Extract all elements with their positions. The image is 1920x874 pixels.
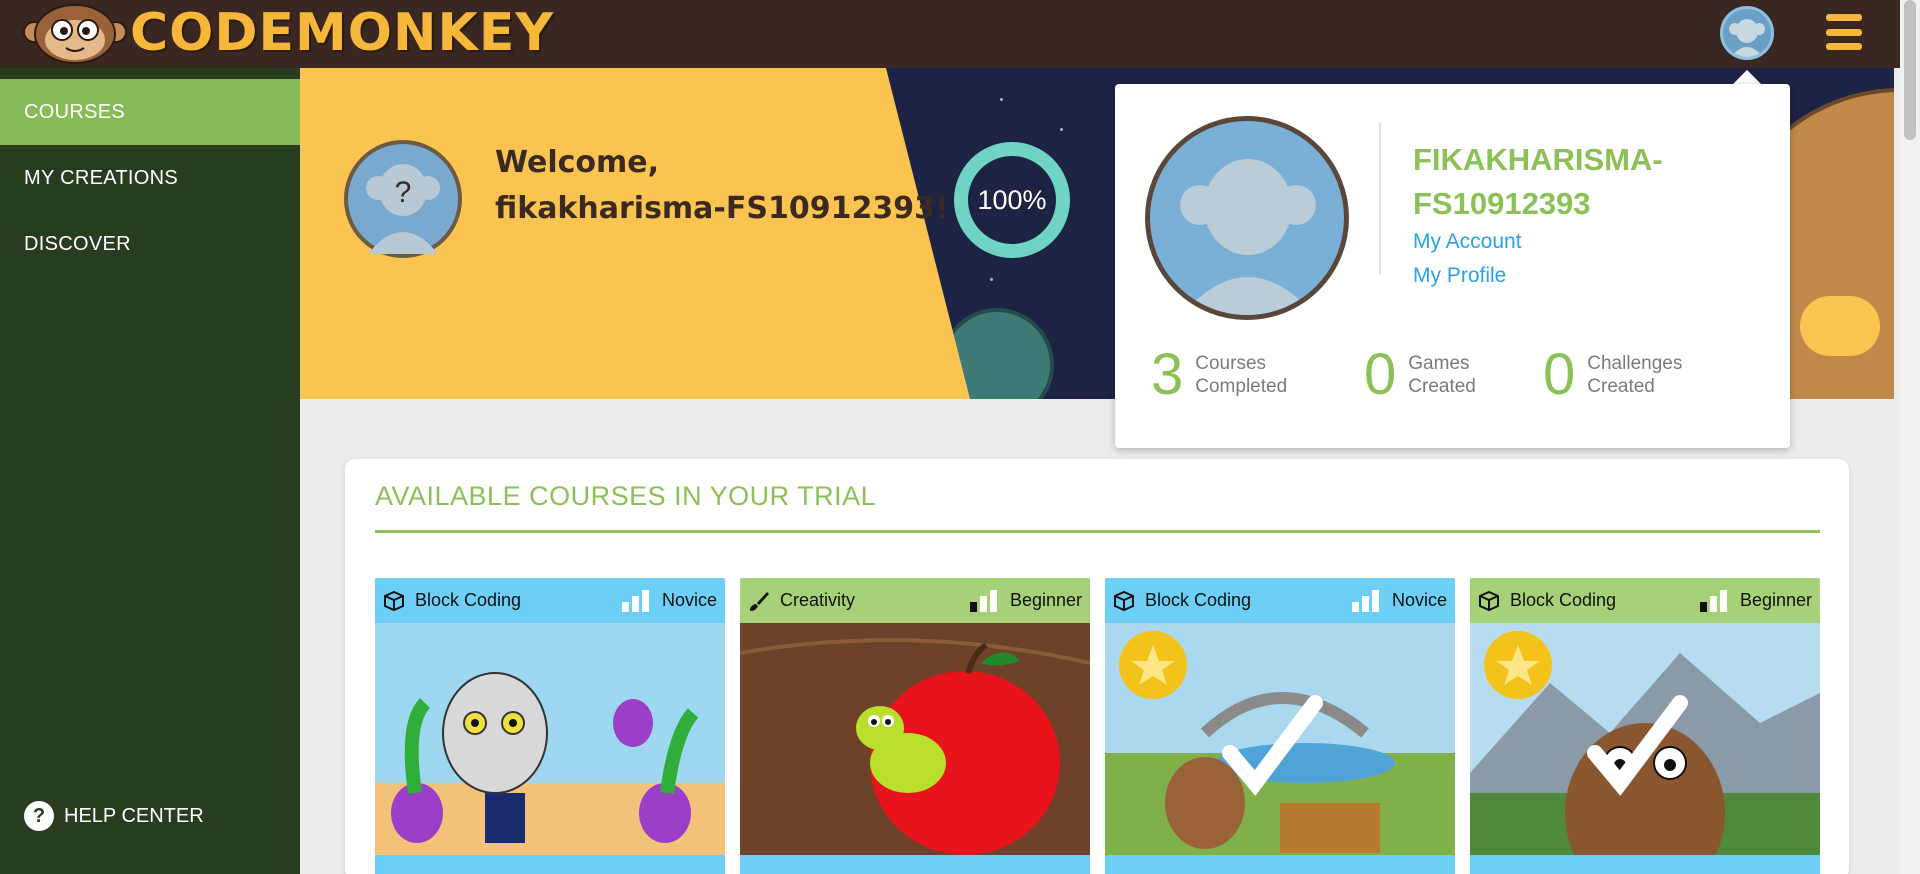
question-icon: ? <box>24 801 54 831</box>
course-thumbnail <box>740 623 1090 855</box>
cube-icon <box>1479 590 1499 611</box>
course-card-header: Creativity Beginner <box>740 578 1090 623</box>
course-card-header: Block Coding Novice <box>1105 578 1455 623</box>
course-card[interactable]: Block Coding Novice <box>375 578 725 874</box>
course-category: Creativity <box>780 590 856 610</box>
difficulty-bars-icon <box>1699 589 1730 612</box>
profile-username: FIKAKHARISMA-FS10912393 <box>1413 142 1663 221</box>
stat-label: Games Created <box>1408 353 1476 397</box>
course-thumbnail <box>1105 623 1455 855</box>
popup-arrow <box>1733 70 1761 84</box>
stat-courses-completed: 3 Courses Completed <box>1151 346 1287 404</box>
stat-value: 0 <box>1364 342 1397 407</box>
cube-icon <box>384 590 404 611</box>
course-level: Beginner <box>1009 590 1082 610</box>
sidebar-item-label: COURSES <box>24 101 126 123</box>
monkey-silhouette-icon <box>1180 159 1316 315</box>
sidebar-item-courses[interactable]: COURSES <box>0 79 300 145</box>
stat-value: 0 <box>1543 342 1576 407</box>
sidebar-item-label: MY CREATIONS <box>24 167 178 189</box>
sidebar-item-label: DISCOVER <box>24 233 131 255</box>
course-thumbnail <box>1470 623 1820 855</box>
title-underline <box>375 530 1820 533</box>
course-level: Novice <box>1391 590 1447 610</box>
svg-text:?: ? <box>395 176 412 209</box>
scrollbar-thumb[interactable] <box>1904 0 1916 140</box>
paintbrush-icon <box>750 591 769 611</box>
course-level: Novice <box>661 590 717 610</box>
stat-value: 3 <box>1151 342 1184 407</box>
course-category: Block Coding <box>415 590 522 610</box>
stat-label: Courses Completed <box>1195 353 1288 397</box>
sidebar-item-my-creations[interactable]: MY CREATIONS <box>0 145 300 211</box>
user-avatar-button[interactable] <box>1720 6 1774 60</box>
unknown-monkey-icon: ? <box>366 164 440 254</box>
difficulty-bars-icon <box>621 589 652 612</box>
hero-action-button[interactable] <box>1800 296 1880 356</box>
top-bar: CODEMONKEY <box>0 0 1900 68</box>
stat-challenges-created: 0 Challenges Created <box>1543 346 1682 404</box>
my-account-link[interactable]: My Account <box>1413 230 1522 254</box>
stat-label: Challenges Created <box>1587 353 1683 397</box>
course-card-header: Block Coding Novice <box>375 578 725 623</box>
monkey-logo-icon <box>22 2 128 64</box>
hamburger-menu-icon[interactable] <box>1826 12 1862 52</box>
profile-popup: FIKAKHARISMA-FS10912393 My Account My Pr… <box>1115 84 1790 448</box>
welcome-avatar: ? <box>344 140 462 258</box>
course-card[interactable]: Creativity Beginner <box>740 578 1090 874</box>
course-category: Block Coding <box>1145 590 1252 610</box>
my-profile-link[interactable]: My Profile <box>1413 264 1506 288</box>
progress-percent: 100% <box>977 185 1047 215</box>
page-scrollbar[interactable] <box>1900 0 1920 874</box>
course-thumbnail <box>375 623 725 855</box>
codemonkey-logo[interactable]: CODEMONKEY <box>22 2 554 64</box>
profile-avatar <box>1145 116 1349 320</box>
course-card-header: Block Coding Beginner <box>1470 578 1820 623</box>
courses-panel: AVAILABLE COURSES IN YOUR TRIAL Block Co… <box>345 459 1849 874</box>
divider <box>1379 122 1381 274</box>
difficulty-bars-icon <box>969 589 1000 612</box>
course-level: Beginner <box>1739 590 1812 610</box>
sidebar-item-discover[interactable]: DISCOVER <box>0 211 300 277</box>
logo-text: CODEMONKEY <box>130 3 554 63</box>
stat-games-created: 0 Games Created <box>1364 346 1476 404</box>
cube-icon <box>1114 590 1134 611</box>
difficulty-bars-icon <box>1351 589 1382 612</box>
sidebar: COURSES MY CREATIONS DISCOVER ? HELP CEN… <box>0 68 300 874</box>
course-category: Block Coding <box>1510 590 1617 610</box>
welcome-message: Welcome, fikakharisma-FS10912393! <box>495 145 949 226</box>
help-center-link[interactable]: ? HELP CENTER <box>24 801 204 831</box>
course-card[interactable]: Block Coding Novice <box>1105 578 1455 874</box>
help-center-label: HELP CENTER <box>64 804 204 827</box>
courses-panel-title: AVAILABLE COURSES IN YOUR TRIAL <box>375 481 877 511</box>
monkey-silhouette-icon <box>1729 19 1765 57</box>
course-card[interactable]: Block Coding Beginner <box>1470 578 1820 874</box>
